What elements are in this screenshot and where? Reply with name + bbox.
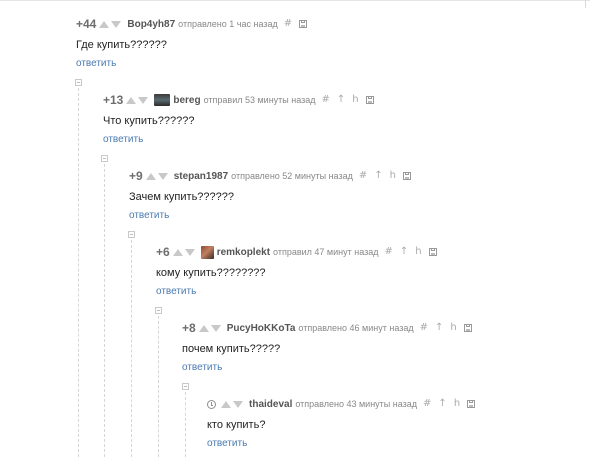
reply-link[interactable]: ответить	[76, 58, 307, 70]
reply-link[interactable]: ответить	[103, 134, 374, 146]
anchor-icon[interactable]: #	[284, 19, 292, 29]
save-icon[interactable]	[299, 20, 308, 28]
comment: +8 PucyHoKKoTa отправлено 46 минут назад…	[182, 321, 472, 374]
save-icon[interactable]	[467, 400, 476, 408]
comment-header: +13 bereg отправил 53 минуты назад # ↑ h	[103, 93, 374, 107]
comment-rating: +8	[182, 321, 196, 335]
thread-icon[interactable]: h	[450, 323, 456, 333]
avatar[interactable]	[154, 94, 171, 106]
collapse-toggle[interactable]	[75, 79, 82, 86]
comment-text: Где купить??????	[76, 39, 167, 51]
comment-rating: +13	[103, 93, 124, 107]
comment-text: почем купить?????	[182, 343, 281, 355]
comment-timestamp[interactable]: отправил 53 минуты назад	[204, 95, 316, 105]
comment-text: кому купить????????	[156, 267, 266, 279]
comment: +9 stepan1987 отправлено 52 минуты назад…	[129, 169, 411, 222]
comment-username[interactable]: bereg	[173, 95, 200, 106]
vote-up-icon[interactable]	[221, 400, 231, 408]
anchor-icon[interactable]: #	[420, 323, 428, 333]
comment-header: +8 PucyHoKKoTa отправлено 46 минут назад…	[182, 321, 472, 335]
vote-up-icon[interactable]	[145, 172, 156, 180]
parent-comment-icon[interactable]: ↑	[337, 95, 345, 105]
comment-timestamp[interactable]: отправил 47 минут назад	[273, 247, 378, 257]
comment-timestamp[interactable]: отправлено 52 минуты назад	[231, 171, 353, 181]
collapse-toggle[interactable]	[128, 231, 135, 238]
comment: thaideval отправлено 43 минуты назад # ↑…	[207, 397, 476, 450]
comment-header: +6 remkoplekt отправил 47 минут назад # …	[156, 245, 437, 259]
vote-up-icon[interactable]	[126, 96, 137, 104]
vote-down-icon[interactable]	[233, 400, 243, 408]
comment-rating: +9	[129, 169, 143, 183]
anchor-icon[interactable]: #	[322, 95, 330, 105]
comment-rating: +6	[156, 245, 170, 259]
vote-up-icon[interactable]	[99, 20, 110, 28]
comment-header: +44 Bop4yh87 отправлено 1 час назад #	[76, 17, 308, 31]
comment-text: кто купить?	[207, 419, 266, 431]
anchor-icon[interactable]: #	[359, 171, 367, 181]
parent-comment-icon[interactable]: ↑	[374, 171, 382, 181]
vote-down-icon[interactable]	[157, 172, 168, 180]
clock-icon	[207, 399, 216, 409]
comment-header: thaideval отправлено 43 минуты назад # ↑…	[207, 397, 476, 411]
comment: +6 remkoplekt отправил 47 минут назад # …	[156, 245, 437, 298]
comment-timestamp[interactable]: отправлено 1 час назад	[178, 19, 278, 29]
reply-link[interactable]: ответить	[207, 438, 475, 450]
reply-link[interactable]: ответить	[182, 362, 472, 374]
save-icon[interactable]	[463, 324, 472, 332]
thread-icon[interactable]: h	[352, 95, 358, 105]
thread-line	[104, 164, 105, 457]
parent-comment-icon[interactable]: ↑	[400, 247, 408, 257]
anchor-icon[interactable]: #	[385, 247, 393, 257]
parent-comment-icon[interactable]: ↑	[438, 399, 446, 409]
collapse-toggle[interactable]	[182, 383, 189, 390]
comment-username[interactable]: remkoplekt	[217, 247, 270, 258]
reply-link[interactable]: ответить	[156, 286, 437, 298]
vote-down-icon[interactable]	[184, 248, 195, 256]
comment-username[interactable]: Bop4yh87	[127, 19, 175, 30]
comment-username[interactable]: stepan1987	[174, 171, 228, 182]
thread-line	[131, 240, 132, 457]
thread-line	[185, 392, 186, 457]
thread-icon[interactable]: h	[454, 399, 460, 409]
comment-text: Что купить??????	[103, 115, 195, 127]
vote-up-icon[interactable]	[198, 324, 209, 332]
thread-icon[interactable]: h	[415, 247, 421, 257]
comment-timestamp[interactable]: отправлено 46 минут назад	[298, 323, 413, 333]
avatar[interactable]	[200, 245, 214, 259]
comment: +13 bereg отправил 53 минуты назад # ↑ h…	[103, 93, 374, 146]
save-icon[interactable]	[365, 96, 374, 104]
thread-line	[158, 316, 159, 457]
comment-username[interactable]: PucyHoKKoTa	[227, 323, 296, 334]
collapse-toggle[interactable]	[101, 155, 108, 162]
comment-header: +9 stepan1987 отправлено 52 минуты назад…	[129, 169, 411, 183]
save-icon[interactable]	[428, 248, 437, 256]
right-divider	[585, 0, 586, 8]
collapse-toggle[interactable]	[155, 307, 162, 314]
comment-timestamp[interactable]: отправлено 43 минуты назад	[295, 399, 417, 409]
vote-up-icon[interactable]	[172, 248, 183, 256]
anchor-icon[interactable]: #	[423, 399, 431, 409]
thread-line	[78, 88, 79, 457]
reply-link[interactable]: ответить	[129, 210, 411, 222]
vote-down-icon[interactable]	[138, 96, 149, 104]
comment-text: Зачем купить??????	[129, 191, 234, 203]
thread-icon[interactable]: h	[390, 171, 396, 181]
comment-rating: +44	[76, 17, 97, 31]
vote-down-icon[interactable]	[111, 20, 122, 28]
save-icon[interactable]	[402, 172, 411, 180]
vote-down-icon[interactable]	[210, 324, 221, 332]
parent-comment-icon[interactable]: ↑	[435, 323, 443, 333]
comment: +44 Bop4yh87 отправлено 1 час назад # Гд…	[76, 17, 308, 70]
comment-username[interactable]: thaideval	[249, 399, 292, 410]
top-divider	[0, 0, 590, 1]
